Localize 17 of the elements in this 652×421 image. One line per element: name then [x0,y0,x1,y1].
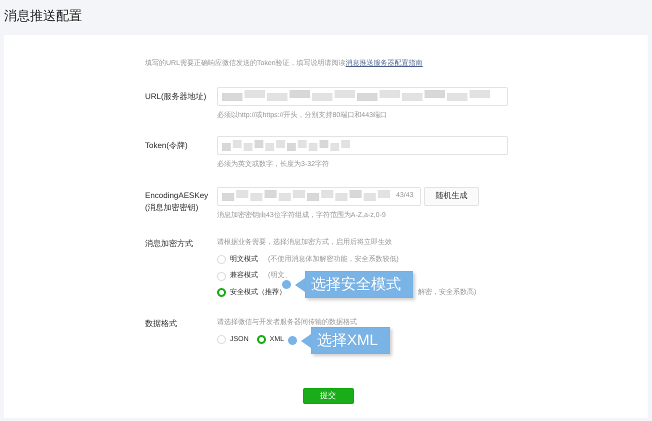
radio-button[interactable] [217,288,226,298]
page-title: 消息推送配置 [3,7,83,25]
input-field[interactable] [217,136,508,155]
field-label: EncodingAESKey [145,190,210,202]
field-label: (消息加密密钥) [145,202,200,214]
field-label: URL(服务器地址) [145,90,208,103]
callout-label: 选择安全模式 [295,271,413,298]
blurred-text-icon [222,188,392,204]
input-field[interactable] [217,86,508,106]
field-label: 消息加密方式 [145,238,194,250]
field-label: Token(令牌) [145,140,189,152]
callout-label: 选择XML [301,327,390,354]
generate-button[interactable]: 随机生成 [424,186,479,206]
blurred-text-icon [222,88,492,104]
radio-button[interactable] [256,335,266,344]
blurred-text-icon [222,138,352,154]
field-label: 数据格式 [145,318,178,330]
